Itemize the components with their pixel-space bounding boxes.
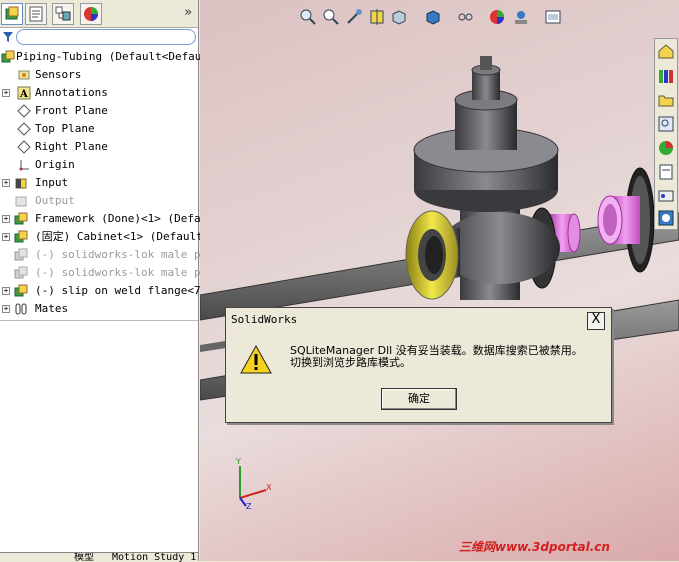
apply-scene-icon[interactable]	[512, 8, 530, 26]
filter-bar	[0, 28, 197, 46]
subassembly-icon	[14, 230, 28, 243]
feature-tree: Piping-Tubing (Default<Defaul Sensors + …	[0, 48, 214, 320]
panel-tab-bar: »	[0, 0, 198, 28]
display-manager-tab[interactable]	[80, 3, 102, 25]
edit-appearance-icon[interactable]	[488, 8, 506, 26]
svg-text:Z: Z	[246, 502, 252, 510]
property-manager-tab[interactable]	[25, 3, 47, 25]
expand-toggle[interactable]: +	[2, 305, 10, 313]
svg-text:X: X	[266, 483, 272, 492]
configuration-manager-tab[interactable]	[52, 3, 74, 25]
part-icon	[15, 178, 27, 189]
view-settings-icon[interactable]	[544, 8, 562, 26]
view-palette-icon[interactable]	[657, 139, 675, 157]
design-library-icon[interactable]	[657, 67, 675, 85]
close-button[interactable]: X	[587, 312, 605, 330]
ok-button[interactable]: 确定	[381, 388, 457, 410]
filter-input[interactable]	[16, 29, 196, 45]
feature-manager-tab[interactable]	[1, 3, 23, 25]
subassembly-icon	[14, 266, 28, 279]
hide-show-items-icon[interactable]	[456, 8, 474, 26]
expand-toggle[interactable]: +	[2, 89, 10, 97]
subassembly-icon	[14, 248, 28, 261]
sensor-icon	[18, 70, 30, 80]
custom-properties-icon[interactable]	[657, 187, 675, 205]
routing-library-icon[interactable]	[657, 209, 675, 227]
filter-icon[interactable]	[2, 31, 14, 43]
subassembly-icon	[14, 284, 28, 297]
dialog-title: SolidWorks	[231, 313, 298, 326]
dialog-message-line2: 切换到浏览步路库模式。	[290, 356, 411, 369]
assembly-icon	[1, 50, 15, 63]
svg-text:Y: Y	[235, 458, 241, 466]
solidworks-resources-icon[interactable]	[657, 42, 675, 60]
expand-panel-icon[interactable]: »	[184, 5, 192, 20]
dialog-title-bar[interactable]: SolidWorks X	[229, 311, 608, 330]
tree-bottom-divider	[0, 320, 198, 321]
warning-icon	[240, 344, 272, 374]
coordinate-triad: Y X Z	[235, 458, 272, 510]
expand-toggle[interactable]: +	[2, 233, 10, 241]
search-icon[interactable]	[657, 115, 675, 133]
display-style-icon[interactable]	[424, 8, 442, 26]
previous-view-icon[interactable]	[345, 8, 363, 26]
solidworks-message-dialog: SolidWorks X SQLiteManager Dll 没有妥当装载。数据…	[225, 307, 612, 423]
appearances-icon[interactable]	[657, 163, 675, 181]
plane-icon	[17, 122, 31, 136]
subassembly-icon	[14, 212, 28, 225]
file-explorer-icon[interactable]	[657, 91, 675, 109]
mates-icon	[15, 303, 27, 315]
task-pane-bar	[654, 38, 678, 230]
zoom-to-area-icon[interactable]	[322, 8, 340, 26]
expand-toggle[interactable]: +	[2, 215, 10, 223]
part-icon	[15, 196, 27, 207]
dialog-message: SQLiteManager Dll 没有妥当装载。数据库搜索已被禁用。 切换到浏…	[290, 345, 583, 369]
plane-icon	[17, 104, 31, 118]
feature-manager-panel: » Piping-Tubing (Default<Defaul Sensors …	[0, 0, 214, 562]
zoom-to-fit-icon[interactable]	[299, 8, 317, 26]
annotation-icon: A	[17, 86, 31, 100]
expand-toggle[interactable]: +	[2, 287, 10, 295]
expand-toggle[interactable]: +	[2, 179, 10, 187]
view-orientation-icon[interactable]	[390, 8, 408, 26]
section-view-icon[interactable]	[368, 8, 386, 26]
watermark-logo: 三维网www.3dportal.cn	[459, 540, 610, 554]
origin-icon	[19, 160, 29, 171]
svg-text:A: A	[19, 89, 28, 100]
plane-icon	[17, 140, 31, 154]
